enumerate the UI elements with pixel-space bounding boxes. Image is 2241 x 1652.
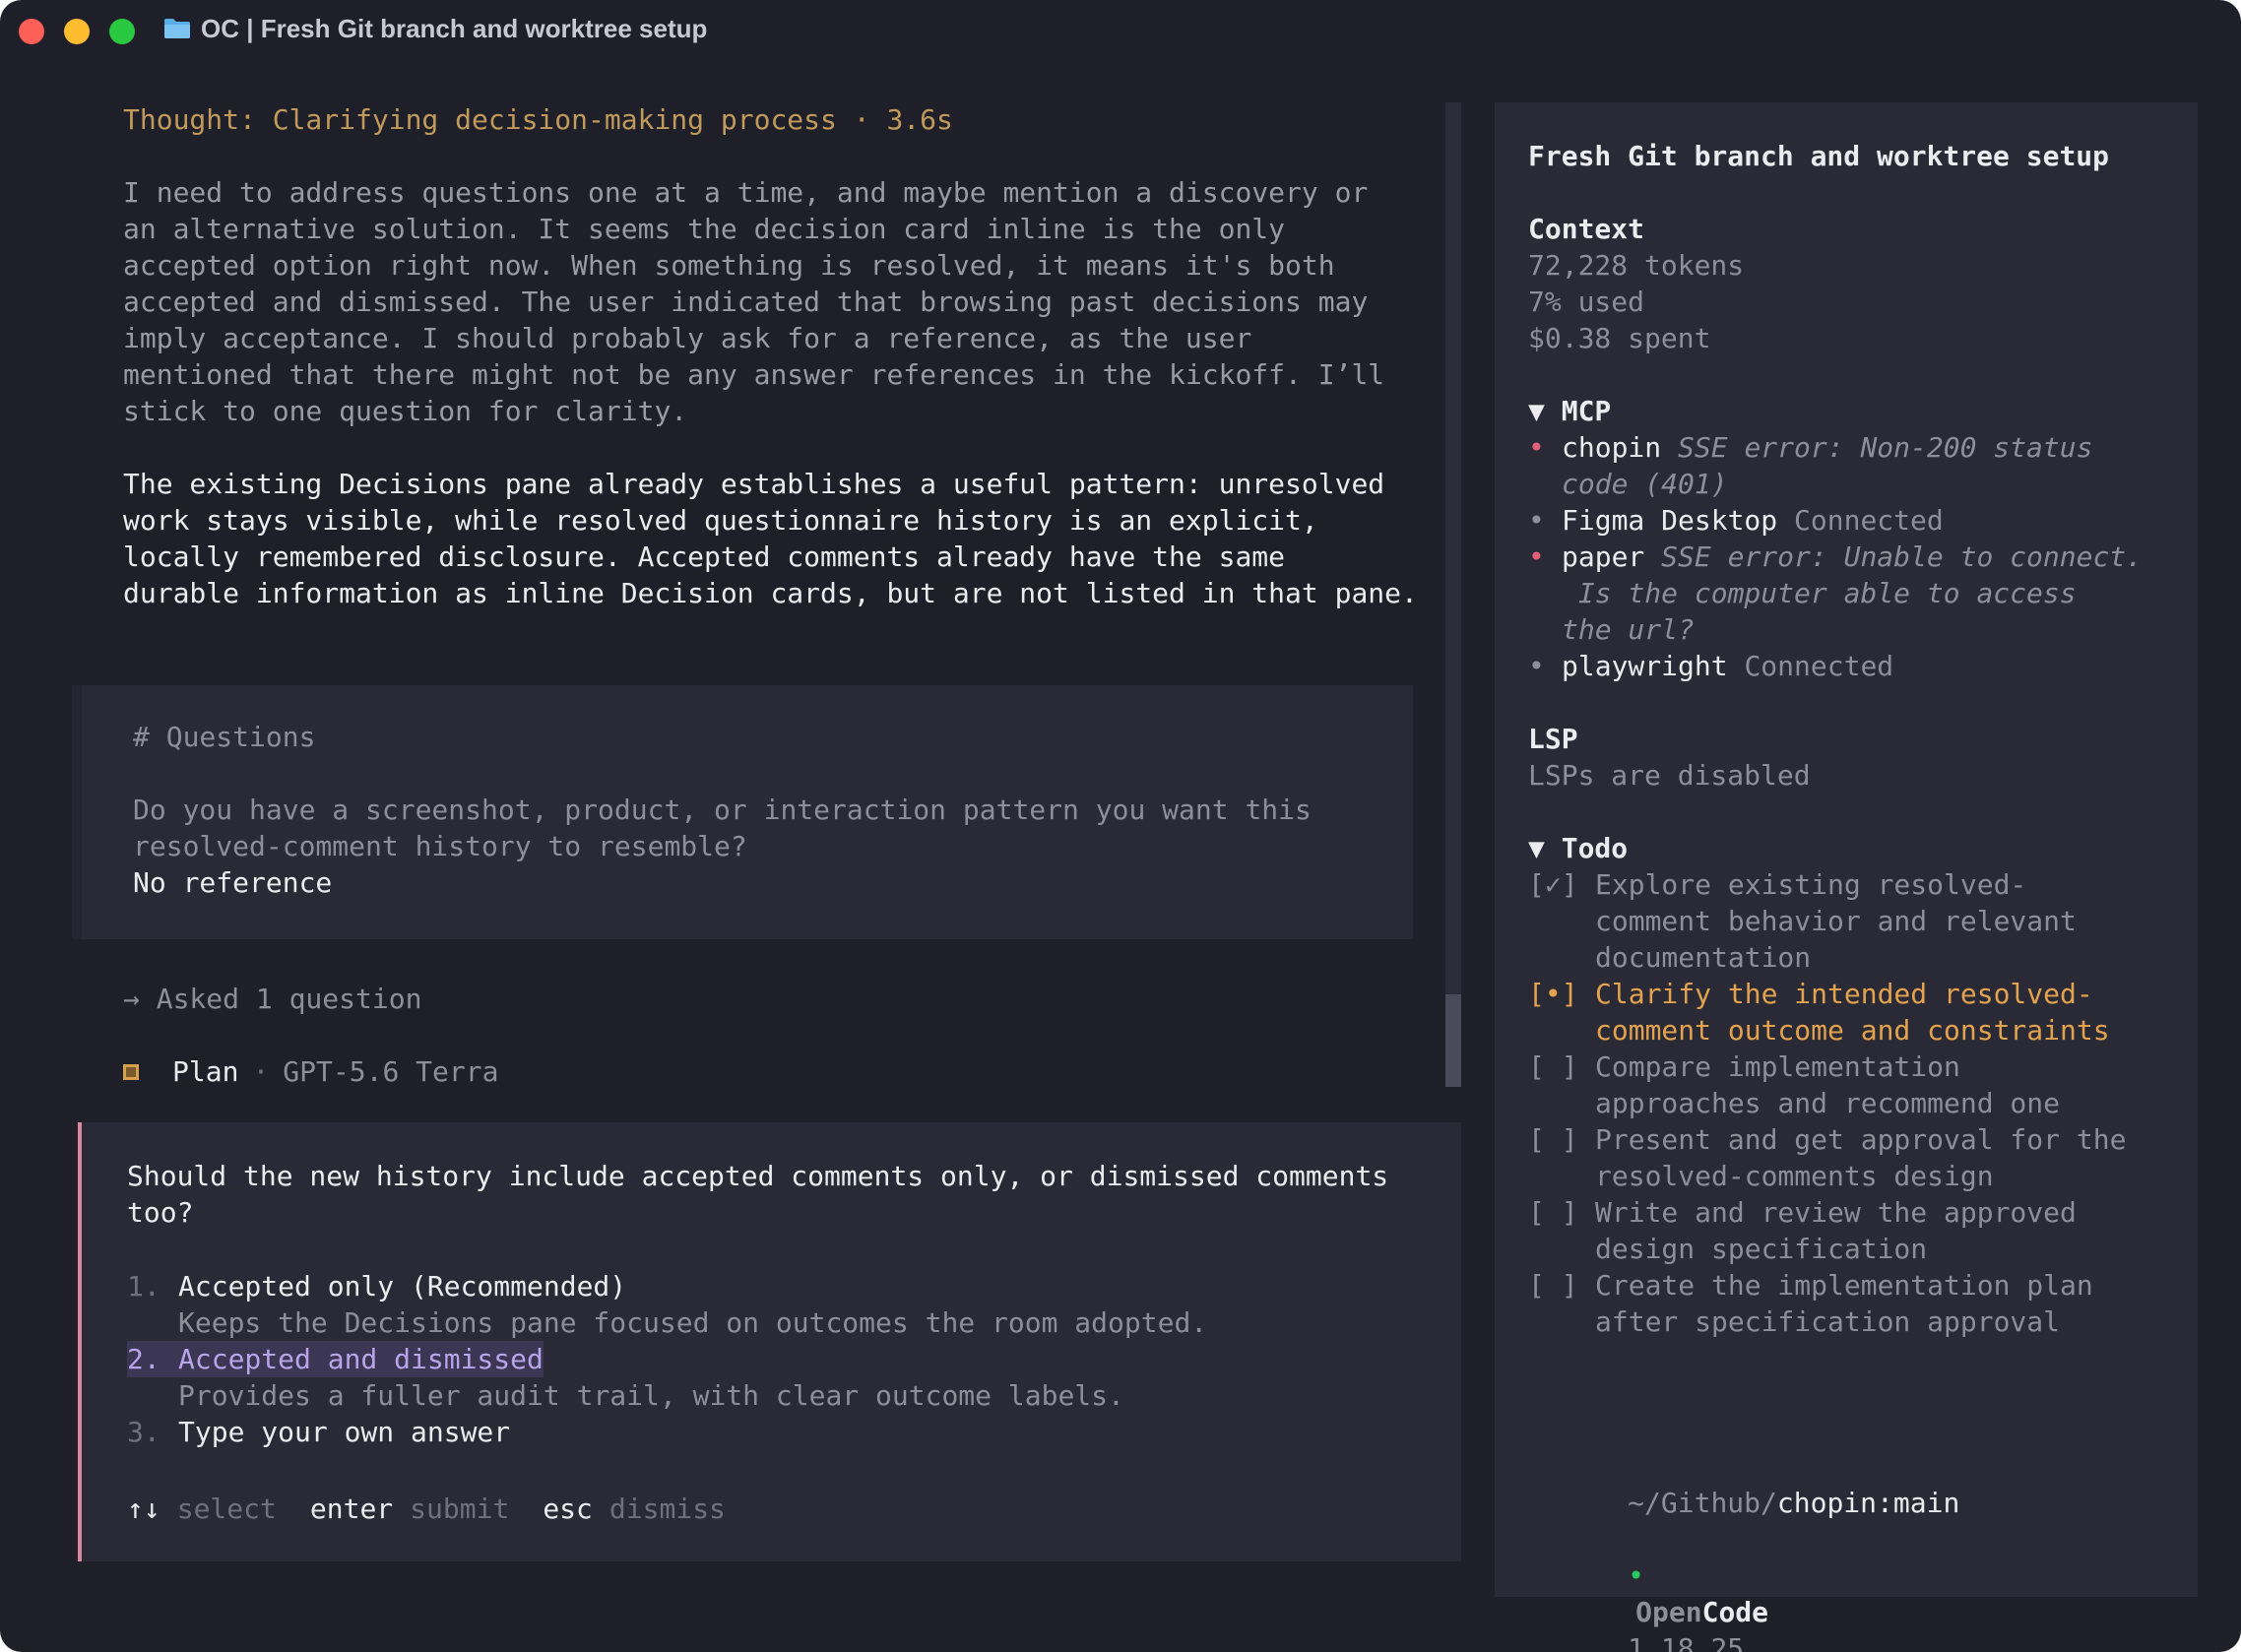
error-dot-icon: • <box>1528 431 1545 464</box>
repo-branch: chopin:main <box>1776 1487 1960 1519</box>
option-label: Accepted only (Recommended) <box>178 1270 627 1303</box>
model-name: GPT-5.6 Terra <box>283 1055 499 1088</box>
plan-square-icon <box>123 1063 139 1080</box>
question-text: Do you have a screenshot, product, or in… <box>133 794 1312 862</box>
mcp-name: paper <box>1562 540 1645 573</box>
brand-code: Code <box>1701 1596 1769 1628</box>
session-sidebar: Fresh Git branch and worktree setup Cont… <box>1495 102 2198 1652</box>
plan-separator: · <box>252 1055 270 1088</box>
questions-card: # Questions Do you have a screenshot, pr… <box>72 685 1413 939</box>
path-prefix: ~/Github/ <box>1628 1487 1777 1519</box>
context-tokens: 72,228 tokens <box>1528 249 1745 282</box>
brand-open: Open <box>1635 1596 1702 1628</box>
todo-item: [✓] Explore existing resolved- comment b… <box>1528 866 2178 976</box>
keyboard-hints: ↑↓ select enter submit esc dismiss <box>127 1491 726 1527</box>
checkbox-empty-icon: [ ] <box>1528 1269 1578 1302</box>
todo-item: [ ] Create the implementation plan after… <box>1528 1267 2178 1340</box>
conversation-pane: Thought: Clarifying decision-making proc… <box>0 63 1467 1652</box>
mcp-item-chopin[interactable]: • chopin SSE error: Non-200 status code … <box>1528 429 2178 502</box>
lsp-heading: LSP <box>1528 723 1578 755</box>
checkbox-empty-icon: [ ] <box>1528 1123 1578 1156</box>
option-accepted-and-dismissed[interactable]: 2. Accepted and dismissed <box>127 1341 544 1377</box>
todo-section-toggle[interactable]: ▼ Todo <box>1528 830 1628 866</box>
decision-prompt: Should the new history include accepted … <box>78 1122 1461 1561</box>
option-description: Keeps the Decisions pane focused on outc… <box>178 1306 1208 1339</box>
plan-row: Plan · GPT-5.6 Terra <box>123 1053 498 1090</box>
mcp-item-paper[interactable]: • paper SSE error: Unable to connect. Is… <box>1528 539 2178 648</box>
option-label: Type your own answer <box>178 1416 511 1448</box>
mcp-status: SSE error: Unable to connect. Is the com… <box>1562 540 2144 646</box>
option-number: 3. <box>127 1416 160 1448</box>
option-number: 1. <box>127 1270 160 1303</box>
todo-text: Present and get approval for the resolve… <box>1595 1123 2127 1192</box>
hint-dismiss: dismiss <box>608 1493 726 1525</box>
checkbox-empty-icon: [ ] <box>1528 1196 1578 1229</box>
scrollbar-track[interactable] <box>1445 102 1461 1087</box>
error-dot-icon: • <box>1528 540 1545 573</box>
mcp-name: chopin <box>1562 431 1662 464</box>
status-dot-icon: • <box>1628 1559 1645 1592</box>
hint-submit: submit <box>410 1493 510 1525</box>
context-heading: Context <box>1528 213 1645 245</box>
status-dot-icon: • <box>1528 650 1545 682</box>
decision-question: Should the new history include accepted … <box>127 1160 1389 1229</box>
mcp-name: Figma Desktop <box>1562 504 1778 537</box>
mcp-item-playwright[interactable]: • playwright Connected <box>1528 648 2178 684</box>
mcp-item-figma-desktop[interactable]: • Figma Desktop Connected <box>1528 502 2178 539</box>
option-type-own-answer[interactable]: 3. Type your own answer <box>127 1414 510 1450</box>
mcp-status: Connected <box>1794 504 1944 537</box>
version-number: 1.18.25 <box>1628 1632 1745 1652</box>
checkbox-checked-icon: [✓] <box>1528 868 1578 901</box>
plan-label: Plan <box>172 1055 239 1088</box>
lsp-status: LSPs are disabled <box>1528 759 1811 792</box>
option-accepted-only[interactable]: 1. Accepted only (Recommended) <box>127 1268 626 1304</box>
folder-icon <box>164 19 190 38</box>
context-used: 7% used <box>1528 286 1645 318</box>
arrows-icon: ↑↓ <box>127 1493 160 1525</box>
option-description: Provides a fuller audit trail, with clea… <box>178 1379 1124 1412</box>
todo-item: [ ] Compare implementation approaches an… <box>1528 1048 2178 1121</box>
scrollbar-thumb[interactable] <box>1445 994 1461 1087</box>
checkbox-empty-icon: [ ] <box>1528 1050 1578 1083</box>
session-title: Fresh Git branch and worktree setup <box>1528 140 2110 172</box>
context-spent: $0.38 spent <box>1528 322 1711 354</box>
hint-select: select <box>176 1493 277 1525</box>
todo-text: Compare implementation approaches and re… <box>1595 1050 2061 1119</box>
question-answer: No reference <box>133 866 333 899</box>
thought-header[interactable]: Thought: Clarifying decision-making proc… <box>123 101 953 138</box>
status-dot-icon: • <box>1528 504 1545 537</box>
hint-esc-key: esc <box>543 1493 593 1525</box>
option-number: 2. <box>127 1341 178 1377</box>
in-progress-icon: [•] <box>1528 978 1578 1010</box>
asked-question-status: → Asked 1 question <box>123 983 422 1015</box>
app-version: • OpenCode 1.18.25 <box>1528 1521 1768 1652</box>
close-window-button[interactable] <box>19 19 44 44</box>
todo-item: [ ] Write and review the approved design… <box>1528 1194 2178 1267</box>
maximize-window-button[interactable] <box>109 19 135 44</box>
assistant-message: The existing Decisions pane already esta… <box>123 468 1418 609</box>
todo-item: [ ] Present and get approval for the res… <box>1528 1121 2178 1194</box>
todo-text: Explore existing resolved- comment behav… <box>1595 868 2077 974</box>
todo-item-active: [•] Clarify the intended resolved- comme… <box>1528 976 2178 1048</box>
mcp-name: playwright <box>1562 650 1728 682</box>
app-window: OC | Fresh Git branch and worktree setup… <box>0 0 2241 1652</box>
thought-body: I need to address questions one at a tim… <box>123 176 1385 427</box>
hint-enter-key: enter <box>309 1493 394 1525</box>
option-label: Accepted and dismissed <box>178 1341 544 1377</box>
window-title: OC | Fresh Git branch and worktree setup <box>201 14 708 43</box>
todo-text: Clarify the intended resolved- comment o… <box>1595 978 2110 1047</box>
mcp-section-toggle[interactable]: ▼ MCP <box>1528 393 1611 429</box>
todo-text: Write and review the approved design spe… <box>1595 1196 2077 1265</box>
title-bar: OC | Fresh Git branch and worktree setup <box>0 0 2241 63</box>
todo-text: Create the implementation plan after spe… <box>1595 1269 2093 1338</box>
mcp-status: Connected <box>1744 650 1894 682</box>
questions-heading: # Questions <box>133 721 316 753</box>
minimize-window-button[interactable] <box>64 19 90 44</box>
